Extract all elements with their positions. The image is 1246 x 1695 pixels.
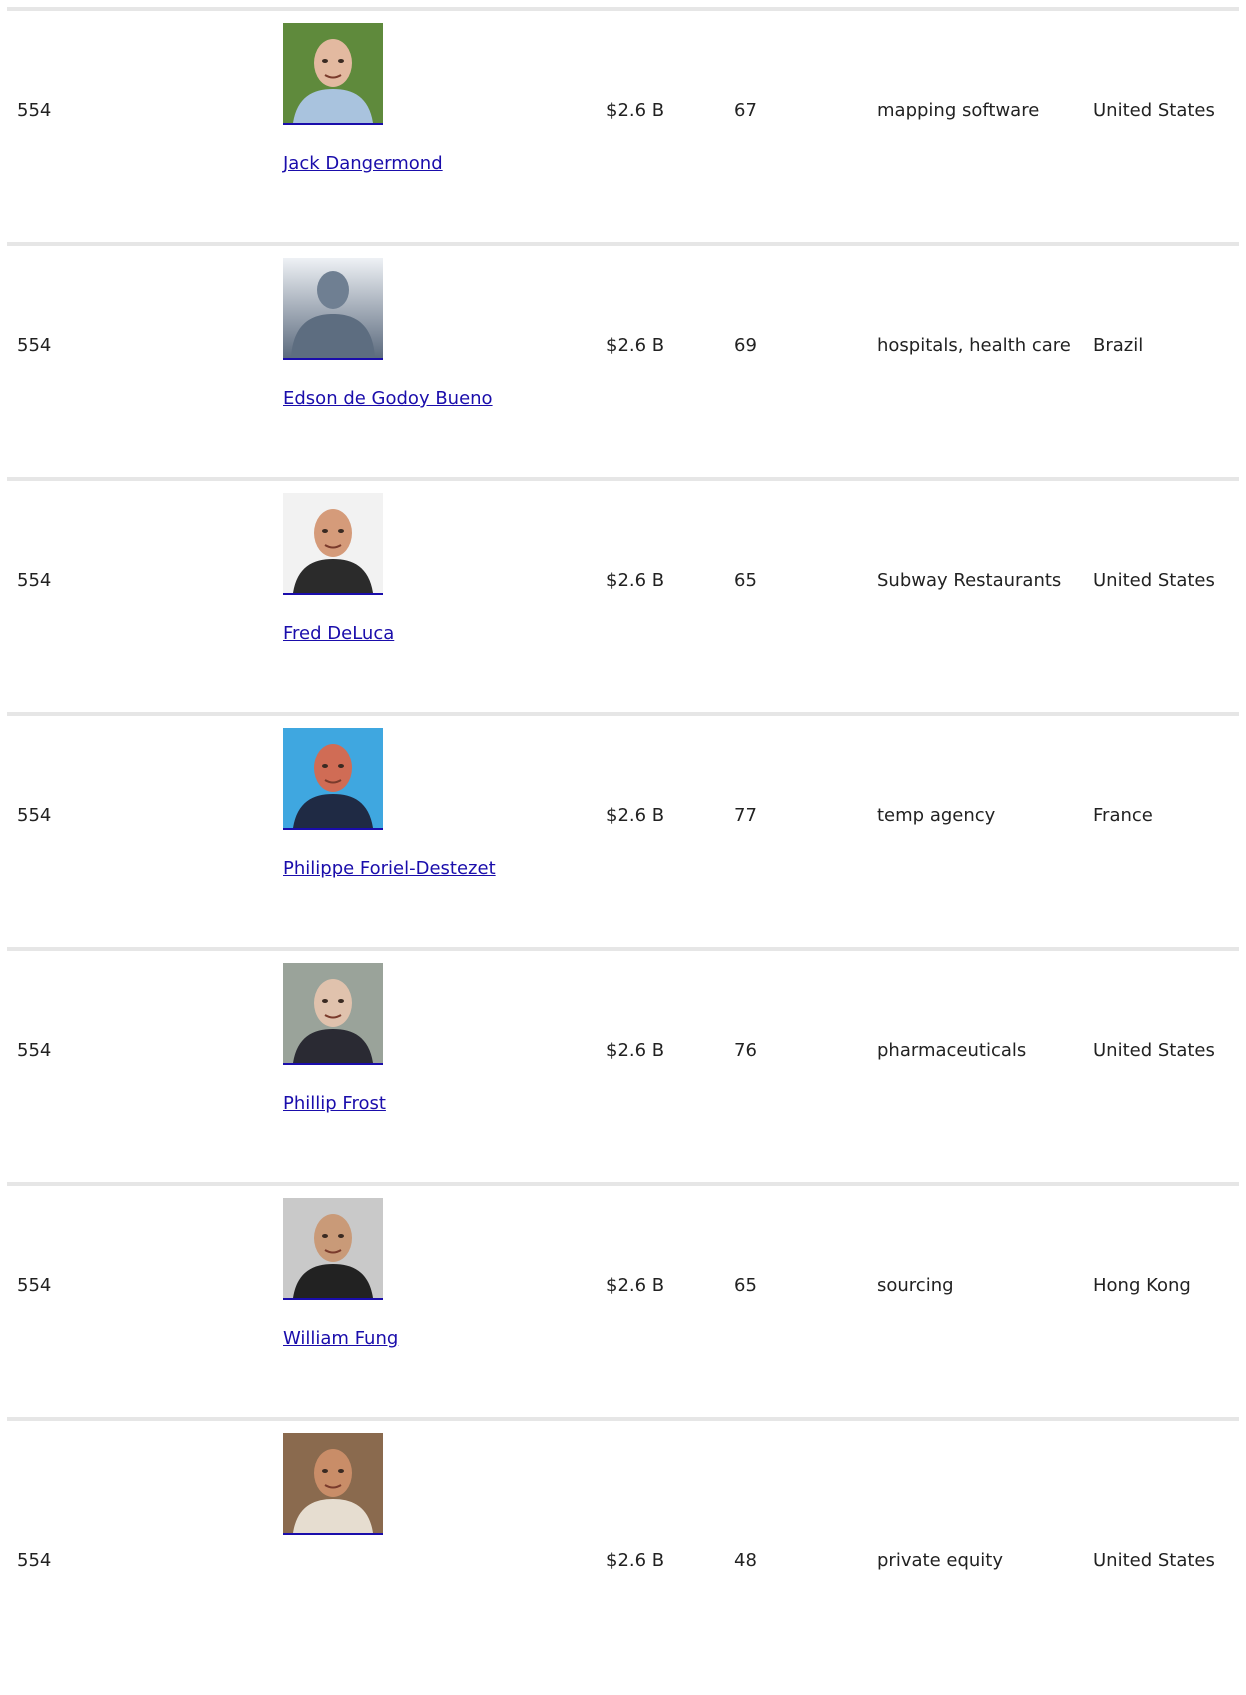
person-photo: [283, 1433, 383, 1533]
net-worth-cell: $2.6 B: [606, 805, 665, 826]
rank-cell: 554: [17, 805, 52, 826]
net-worth-cell: $2.6 B: [606, 1275, 665, 1296]
country-cell: Hong Kong: [1093, 1275, 1191, 1296]
rank-cell: 554: [17, 100, 52, 121]
person-photo-link[interactable]: [283, 1198, 383, 1302]
net-worth-cell: $2.6 B: [606, 335, 665, 356]
age-cell: 65: [734, 1275, 757, 1296]
table-row: 554 $2.6 B 69 hospitals, health care Brazil E…: [0, 242, 1246, 477]
row-divider: [7, 947, 1239, 951]
source-cell: sourcing: [877, 1275, 954, 1296]
table-row: 554 $2.6 B 77 temp agency France Philippe For…: [0, 712, 1246, 947]
row-divider: [7, 242, 1239, 246]
source-cell: hospitals, health care: [877, 335, 1071, 356]
photo-link-underline: [283, 358, 383, 360]
country-cell: France: [1093, 805, 1153, 826]
person-photo-link[interactable]: [283, 728, 383, 832]
person-photo: [283, 493, 383, 593]
age-cell: 48: [734, 1550, 757, 1571]
table-row: 554 $2.6 B 48 private equity United States: [0, 1417, 1246, 1652]
source-cell: Subway Restaurants: [877, 570, 1062, 591]
rank-cell: 554: [17, 1040, 52, 1061]
person-name-link[interactable]: Phillip Frost: [283, 1092, 386, 1116]
person-name-link[interactable]: Edson de Godoy Bueno: [283, 387, 493, 411]
table-row: 554 $2.6 B 76 pharmaceuticals United States P…: [0, 947, 1246, 1182]
source-cell: temp agency: [877, 805, 996, 826]
net-worth-cell: $2.6 B: [606, 100, 665, 121]
row-divider: [7, 1417, 1239, 1421]
table-row: 554 $2.6 B 65 sourcing Hong Kong William Fung: [0, 1182, 1246, 1417]
person-photo-link[interactable]: [283, 258, 383, 362]
placeholder-silhouette-icon: [283, 258, 383, 358]
source-cell: private equity: [877, 1550, 1003, 1571]
source-cell: mapping software: [877, 100, 1040, 121]
person-name-link[interactable]: Jack Dangermond: [283, 152, 443, 176]
rank-cell: 554: [17, 335, 52, 356]
photo-link-underline: [283, 1298, 383, 1300]
person-name-link[interactable]: Philippe Foriel-Destezet: [283, 857, 496, 881]
row-divider: [7, 712, 1239, 716]
net-worth-cell: $2.6 B: [606, 1040, 665, 1061]
person-photo-link[interactable]: [283, 963, 383, 1067]
net-worth-cell: $2.6 B: [606, 1550, 665, 1571]
person-photo: [283, 1198, 383, 1298]
age-cell: 77: [734, 805, 757, 826]
age-cell: 67: [734, 100, 757, 121]
age-cell: 65: [734, 570, 757, 591]
country-cell: United States: [1093, 570, 1215, 591]
age-cell: 69: [734, 335, 757, 356]
person-photo: [283, 963, 383, 1063]
table-row: 554 $2.6 B 67 mapping software United States…: [0, 7, 1246, 242]
rank-cell: 554: [17, 1275, 52, 1296]
photo-link-underline: [283, 828, 383, 830]
country-cell: United States: [1093, 100, 1215, 121]
person-photo: [283, 23, 383, 123]
person-photo-link[interactable]: [283, 1433, 383, 1537]
person-name-link[interactable]: William Fung: [283, 1327, 398, 1351]
country-cell: United States: [1093, 1550, 1215, 1571]
rank-cell: 554: [17, 570, 52, 591]
row-divider: [7, 1182, 1239, 1186]
row-divider: [7, 7, 1239, 11]
country-cell: Brazil: [1093, 335, 1144, 356]
photo-link-underline: [283, 593, 383, 595]
person-photo: [283, 728, 383, 828]
photo-link-underline: [283, 123, 383, 125]
age-cell: 76: [734, 1040, 757, 1061]
person-name-link[interactable]: Fred DeLuca: [283, 622, 394, 646]
photo-link-underline: [283, 1533, 383, 1535]
country-cell: United States: [1093, 1040, 1215, 1061]
rank-cell: 554: [17, 1550, 52, 1571]
photo-link-underline: [283, 1063, 383, 1065]
row-divider: [7, 477, 1239, 481]
table-row: 554 $2.6 B 65 Subway Restaurants United Stat…: [0, 477, 1246, 712]
person-photo-link[interactable]: [283, 493, 383, 597]
person-photo-link[interactable]: [283, 23, 383, 127]
net-worth-cell: $2.6 B: [606, 570, 665, 591]
source-cell: pharmaceuticals: [877, 1040, 1027, 1061]
